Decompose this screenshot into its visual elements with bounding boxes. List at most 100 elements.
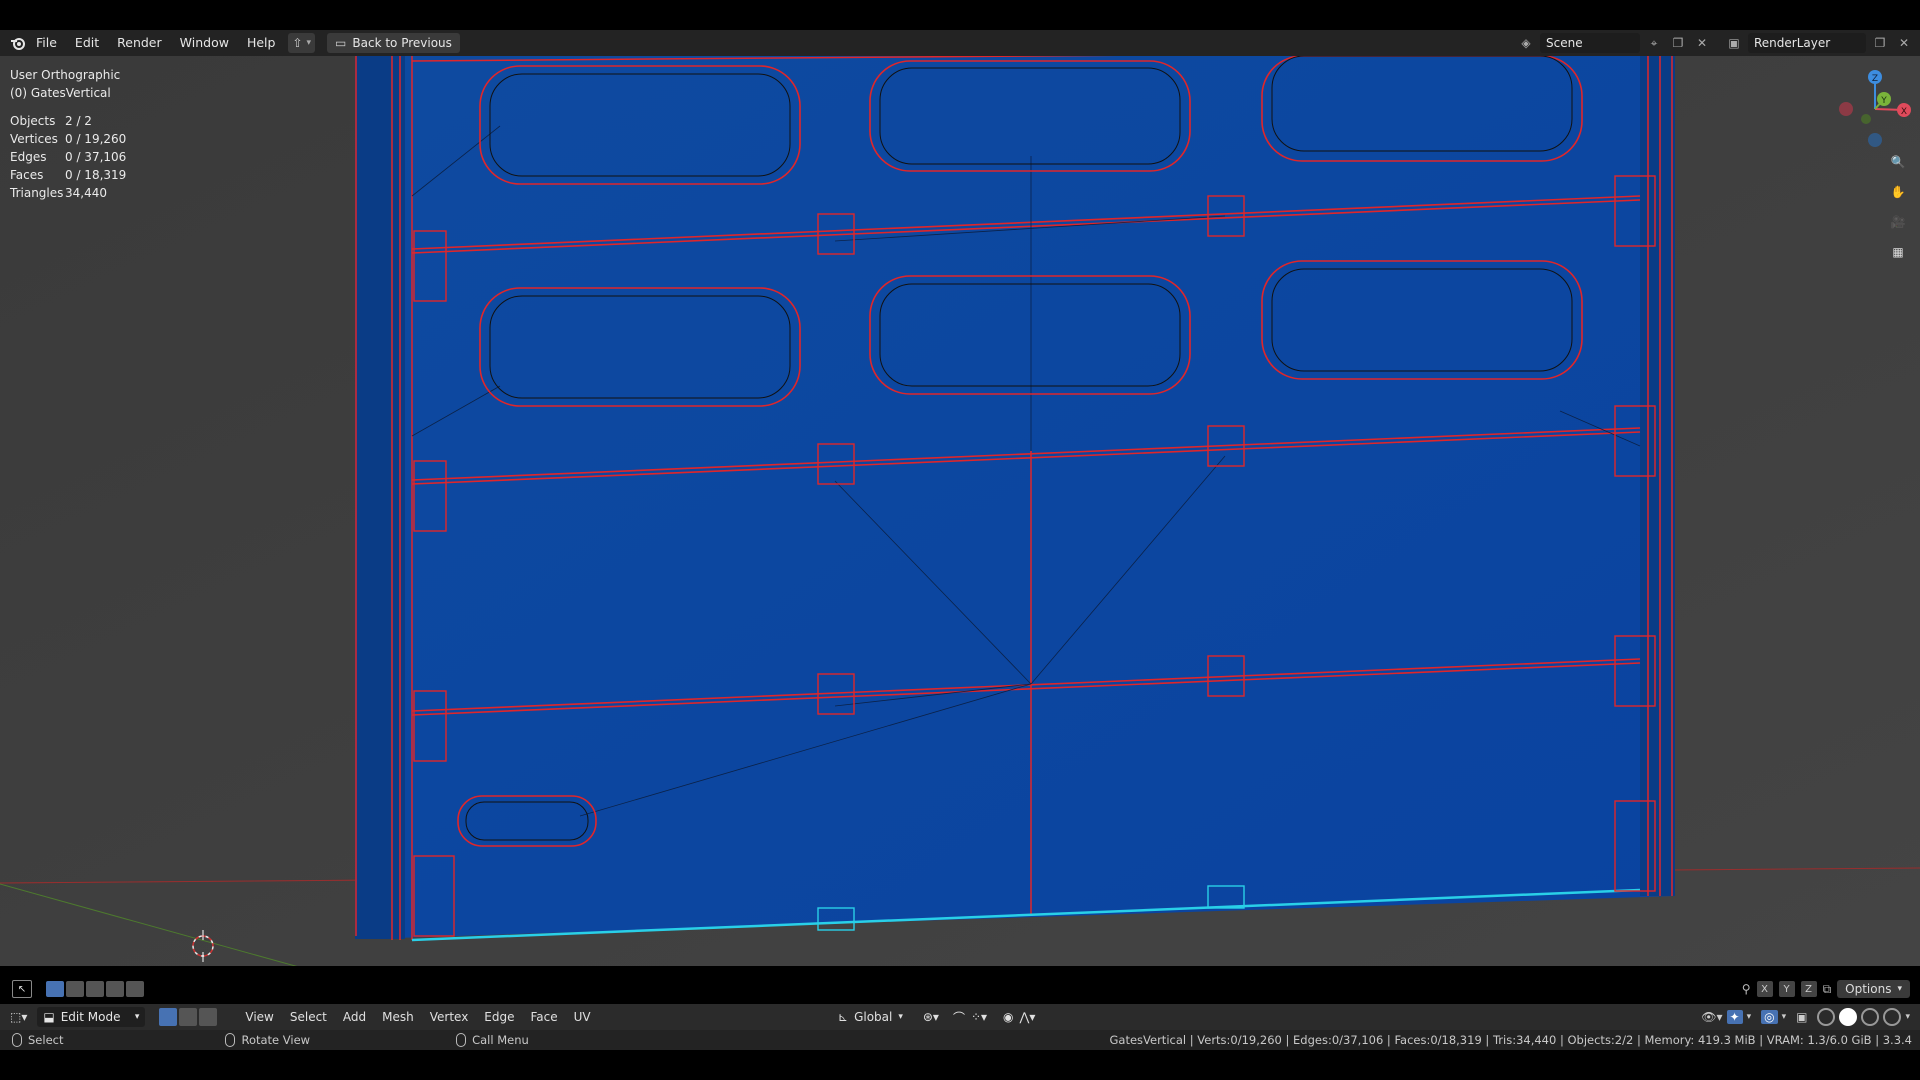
overlay-dropdown-icon[interactable]: ▾ — [1782, 1012, 1787, 1022]
shading-dropdown-icon[interactable]: ▾ — [1905, 1012, 1910, 1022]
axis-y-button[interactable]: Y — [1778, 981, 1795, 997]
workspace-dropdown[interactable]: ⇧ ▾ — [288, 33, 316, 53]
camera-icon[interactable]: 🎥 — [1886, 210, 1910, 234]
falloff-icon[interactable]: ⋀▾ — [1020, 1010, 1036, 1024]
xray-icon[interactable]: ▣ — [1796, 1010, 1807, 1024]
menu-uv[interactable]: UV — [566, 1010, 599, 1024]
stat-value: 0 / 19,260 — [65, 132, 127, 146]
stat-value: 34,440 — [65, 186, 107, 200]
material-shading-icon[interactable] — [1861, 1008, 1880, 1026]
back-to-previous-label: Back to Previous — [352, 36, 452, 50]
stat-label: Triangles — [10, 186, 64, 200]
options-label: Options — [1845, 982, 1892, 996]
close-scene-icon[interactable]: ✕ — [1692, 33, 1712, 53]
stats-row: Vertices 0 / 19,260 — [10, 130, 126, 148]
wireframe-shading-icon[interactable] — [1817, 1008, 1836, 1026]
mode-label: Edit Mode — [60, 1010, 121, 1024]
stat-label: Vertices — [10, 132, 58, 146]
scene-field[interactable]: Scene — [1540, 33, 1640, 53]
select-mode-group — [46, 981, 144, 997]
rendered-shading-icon[interactable] — [1883, 1008, 1902, 1026]
auto-merge-icon[interactable]: ⧉ — [1823, 982, 1832, 997]
scene-browse-icon[interactable]: ◈ — [1516, 33, 1536, 53]
svg-text:Z: Z — [1872, 74, 1878, 84]
overlay-toggle-icon[interactable]: ◎ — [1761, 1010, 1778, 1024]
gizmo-toggle-icon[interactable]: ✦ — [1726, 1010, 1743, 1024]
menu-edge[interactable]: Edge — [476, 1010, 522, 1024]
mode-dropdown[interactable]: ⬓ Edit Mode ▾ — [37, 1007, 146, 1027]
back-to-previous-button[interactable]: ▭ Back to Previous — [327, 33, 460, 53]
axis-z-button[interactable]: Z — [1800, 981, 1817, 997]
menu-window[interactable]: Window — [171, 32, 238, 54]
transform-orientation[interactable]: ⊾ Global ▾ ⊛▾ ⌒ ⁘▾ ◉ ⋀▾ — [838, 1007, 1035, 1027]
status-call-menu: Call Menu — [456, 1033, 529, 1047]
menu-file[interactable]: File — [27, 32, 66, 54]
viewport-header: ⬚▾ ⬓ Edit Mode ▾ View Select Add Mesh Ve… — [0, 1004, 1920, 1030]
stat-value: 0 / 18,319 — [65, 168, 127, 182]
renderlayer-name: RenderLayer — [1754, 36, 1831, 50]
mouse-right-icon — [456, 1033, 467, 1047]
chevron-down-icon: ▾ — [898, 1012, 903, 1022]
options-dropdown[interactable]: Options ▾ — [1837, 980, 1910, 998]
select-tool-icon[interactable]: ↖ — [12, 980, 32, 998]
zoom-icon[interactable]: 🔍 — [1886, 150, 1910, 174]
gizmo-dropdown-icon[interactable]: ▾ — [1747, 1012, 1752, 1022]
navigation-tools: 🔍 ✋ 🎥 ▦ — [1886, 150, 1910, 264]
select-subtract-icon[interactable] — [86, 981, 104, 997]
renderlayer-field[interactable]: RenderLayer — [1748, 33, 1866, 53]
face-select-icon[interactable] — [199, 1008, 218, 1026]
menu-render[interactable]: Render — [108, 32, 171, 54]
axis-x-button[interactable]: X — [1756, 981, 1773, 997]
editor-type-icon[interactable]: ⬚▾ — [10, 1010, 27, 1024]
3d-viewport[interactable]: User Orthographic (0) GatesVertical Obje… — [0, 56, 1920, 966]
menu-view[interactable]: View — [237, 1010, 281, 1024]
screen-icon: ▭ — [335, 36, 347, 50]
hand-pan-icon[interactable]: ✋ — [1886, 180, 1910, 204]
upload-icon: ⇧ — [292, 36, 303, 50]
menu-vertex[interactable]: Vertex — [422, 1010, 477, 1024]
menu-add[interactable]: Add — [335, 1010, 374, 1024]
stats-row: Triangles 34,440 — [10, 184, 126, 202]
select-extend-icon[interactable] — [66, 981, 84, 997]
status-call-menu-label: Call Menu — [472, 1033, 529, 1047]
stat-value: 2 / 2 — [65, 114, 92, 128]
status-select: Select — [12, 1033, 63, 1047]
blender-logo-icon[interactable] — [9, 34, 27, 52]
snap-icon[interactable]: ⌒ — [953, 1009, 965, 1026]
menu-help[interactable]: Help — [238, 32, 285, 54]
visibility-icon[interactable]: 👁▾ — [1701, 1010, 1722, 1024]
active-object-name: (0) GatesVertical — [10, 86, 111, 100]
chevron-down-icon: ▾ — [134, 1012, 140, 1022]
menu-mesh[interactable]: Mesh — [374, 1010, 422, 1024]
pivot-icon[interactable]: ⊛▾ — [923, 1010, 939, 1024]
menu-select[interactable]: Select — [282, 1010, 335, 1024]
new-layer-icon[interactable]: ❐ — [1870, 33, 1890, 53]
stat-label: Edges — [10, 150, 47, 164]
mesh-stats: Objects 2 / 2 Vertices 0 / 19,260 Edges 0 /… — [10, 112, 126, 202]
status-select-label: Select — [28, 1033, 64, 1047]
menu-edit[interactable]: Edit — [66, 32, 108, 54]
solid-shading-icon[interactable] — [1839, 1008, 1858, 1026]
select-invert-icon[interactable] — [106, 981, 124, 997]
edit-mode-icon: ⬓ — [43, 1010, 55, 1024]
menu-face[interactable]: Face — [523, 1010, 566, 1024]
vertex-select-icon[interactable] — [159, 1008, 178, 1026]
pin-icon[interactable]: ⌖ — [1644, 33, 1664, 53]
grid-ortho-icon[interactable]: ▦ — [1886, 240, 1910, 264]
butterfly-icon[interactable]: ⚲ — [1742, 982, 1751, 996]
proportional-edit-icon[interactable]: ◉ — [1003, 1010, 1013, 1024]
stat-value: 0 / 37,106 — [65, 150, 127, 164]
close-layer-icon[interactable]: ✕ — [1894, 33, 1914, 53]
svg-text:Y: Y — [1880, 96, 1887, 106]
navigation-gizmo[interactable]: Z X Y — [1830, 64, 1920, 154]
snap-target-icon[interactable]: ⁘▾ — [971, 1010, 987, 1024]
select-intersect-icon[interactable] — [126, 981, 144, 997]
stats-row: Faces 0 / 18,319 — [10, 166, 126, 184]
edge-select-icon[interactable] — [179, 1008, 198, 1026]
orientation-icon: ⊾ — [838, 1010, 849, 1024]
scene-statistics: GatesVertical | Verts:0/19,260 | Edges:0… — [1109, 1033, 1913, 1047]
new-scene-icon[interactable]: ❐ — [1668, 33, 1688, 53]
status-rotate-label: Rotate View — [241, 1033, 311, 1047]
renderlayer-browse-icon[interactable]: ▣ — [1724, 33, 1744, 53]
select-new-icon[interactable] — [46, 981, 64, 997]
